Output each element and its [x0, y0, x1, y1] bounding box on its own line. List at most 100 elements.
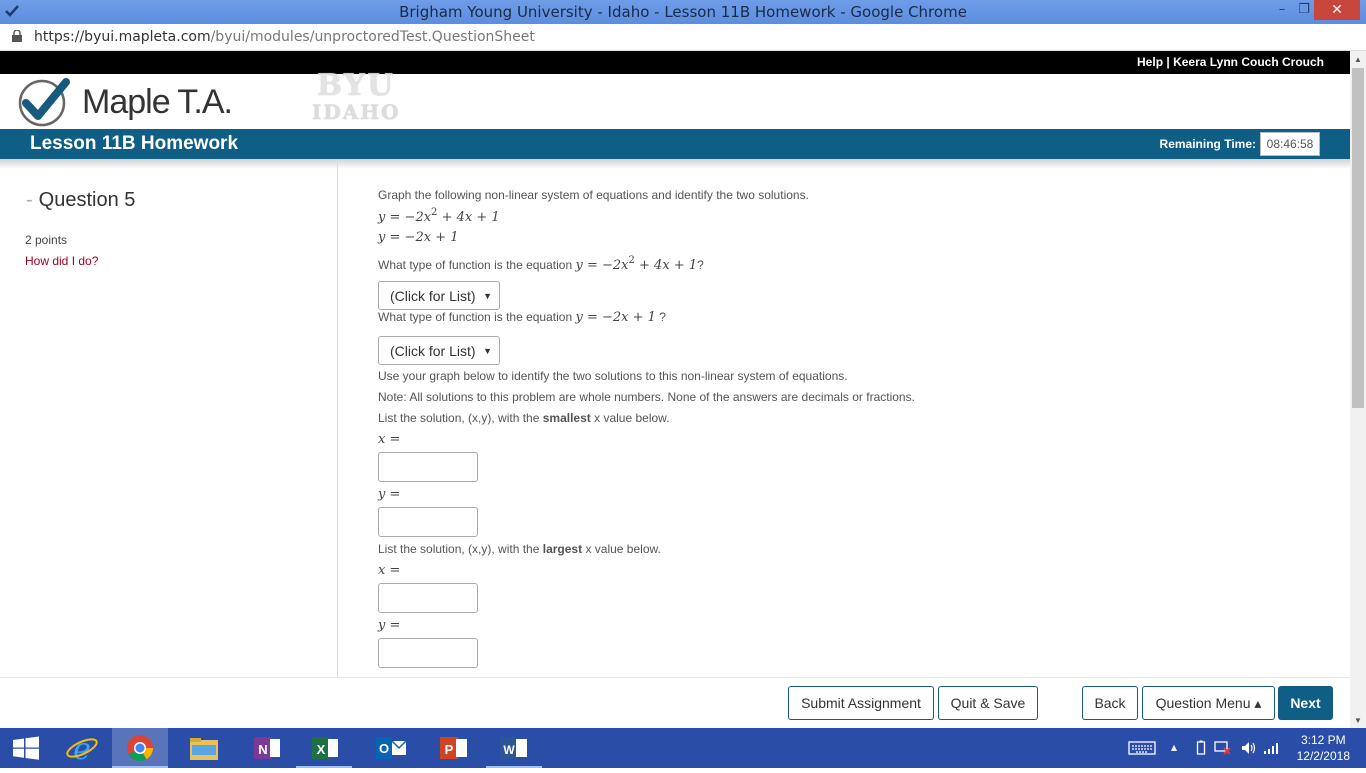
scrollbar-thumb[interactable] [1352, 68, 1364, 408]
remaining-time-label: Remaining Time: [1159, 137, 1256, 151]
eq2-equals: = [389, 230, 401, 245]
largest-solution-instruction: List the solution, (x,y), with the large… [378, 542, 661, 556]
byu-idaho-logo: BYU IDAHO [312, 68, 400, 124]
url-host: https://byui.mapleta.com [34, 29, 211, 45]
url-text[interactable]: https://byui.mapleta.com/byui/modules/un… [34, 29, 535, 45]
smallest-text-bold: smallest [542, 411, 591, 425]
function-type-select-1[interactable]: (Click for List) ▼ [378, 281, 500, 310]
q2-suffix: ? [659, 310, 666, 324]
question-number: Question 5 [38, 189, 136, 211]
how-did-i-do-link[interactable]: How did I do? [25, 254, 98, 268]
largest-x-input[interactable] [378, 583, 478, 613]
byu-logo-line1: BYU [316, 68, 396, 103]
user-name-link[interactable]: Keera Lynn Couch Crouch [1173, 55, 1324, 69]
vertical-scrollbar[interactable]: ▲ ▼ [1350, 51, 1366, 728]
smallest-solution-instruction: List the solution, (x,y), with the small… [378, 411, 670, 425]
quit-save-button[interactable]: Quit & Save [938, 686, 1038, 720]
collapse-dash-icon[interactable]: - [26, 189, 33, 211]
eq1-term-a: −2x [404, 210, 432, 225]
maple-check-logo-icon [18, 78, 70, 127]
x-label-2: x = [378, 563, 400, 578]
ie-icon: e [66, 732, 98, 767]
x2-equals: = [389, 563, 401, 578]
whole-number-note: Note: All solutions to this problem are … [378, 390, 915, 404]
function-type-question-1: What type of function is the equation y … [378, 255, 704, 273]
chevron-up-icon[interactable]: ▴ [1171, 740, 1177, 754]
function-type-question-2: What type of function is the equation y … [378, 310, 666, 325]
q1-prefix: What type of function is the equation [378, 258, 573, 272]
windows-logo-icon [13, 736, 39, 760]
eq1-exponent: 2 [431, 207, 438, 218]
svg-text:N: N [258, 742, 267, 757]
y2-equals: = [389, 618, 401, 633]
svg-text:O: O [379, 741, 389, 756]
q1-eq-term-b: + 4x + 1 [639, 258, 698, 273]
word-icon: W [500, 737, 527, 759]
function-type-select-2[interactable]: (Click for List) ▼ [378, 336, 500, 365]
q2-eq-lhs: y [575, 310, 583, 325]
restore-button[interactable]: ❐ [1294, 0, 1314, 20]
equation-1: y = −2x2 + 4x + 1 [378, 207, 500, 225]
internet-explorer-taskbar-icon[interactable]: e [54, 728, 110, 768]
battery-icon[interactable] [1196, 740, 1206, 759]
smallest-y-input[interactable] [378, 507, 478, 537]
question-points: 2 points [25, 233, 68, 247]
q2-eq-equals: = [586, 310, 598, 325]
signal-strength-icon[interactable] [1262, 740, 1280, 759]
footer-toolbar: Submit Assignment Quit & Save Back Quest… [0, 677, 1350, 728]
help-link[interactable]: Help [1137, 55, 1163, 69]
submit-assignment-button[interactable]: Submit Assignment [788, 686, 934, 720]
assignment-title: Lesson 11B Homework [30, 133, 239, 154]
powerpoint-taskbar-icon[interactable]: P [426, 728, 482, 768]
question-sidebar: - Question 5 2 points How did I do? [0, 163, 338, 728]
eq1-equals: = [389, 210, 401, 225]
lock-icon [12, 30, 22, 42]
address-bar[interactable]: https://byui.mapleta.com/byui/modules/un… [0, 24, 1366, 51]
question-menu-button[interactable]: Question Menu ▴ [1142, 686, 1275, 720]
equation-2: y = −2x + 1 [378, 230, 458, 245]
scroll-down-arrow-icon[interactable]: ▼ [1354, 716, 1362, 725]
largest-y-input[interactable] [378, 638, 478, 668]
separator: | [1166, 55, 1170, 69]
chrome-taskbar-icon[interactable] [112, 728, 168, 768]
powerpoint-icon: P [440, 737, 467, 759]
outlook-taskbar-icon[interactable]: O [362, 728, 418, 768]
system-clock[interactable]: 3:12 PM 12/2/2018 [1297, 732, 1350, 764]
start-button[interactable] [0, 728, 56, 768]
smallest-x-input[interactable] [378, 452, 478, 482]
window-title-bar: Brigham Young University - Idaho - Lesso… [0, 0, 1366, 24]
svg-text:P: P [445, 742, 454, 757]
scroll-up-arrow-icon[interactable]: ▲ [1354, 55, 1362, 64]
y1-equals: = [389, 487, 401, 502]
q2-eq-rhs: −2x + 1 [602, 310, 656, 325]
x1-equals: = [389, 432, 401, 447]
largest-text-a: List the solution, (x,y), with the [378, 542, 540, 556]
onenote-taskbar-icon[interactable]: N [238, 728, 294, 768]
back-button[interactable]: Back [1082, 686, 1138, 720]
assignment-header: Lesson 11B Homework Remaining Time: 08:4… [0, 129, 1350, 159]
volume-icon[interactable] [1240, 740, 1256, 759]
file-explorer-taskbar-icon[interactable] [176, 728, 232, 768]
select2-value: (Click for List) [390, 343, 476, 359]
onenote-icon: N [254, 737, 280, 759]
clock-date: 12/2/2018 [1296, 749, 1350, 763]
word-taskbar-icon[interactable]: W [486, 728, 542, 768]
select1-value: (Click for List) [390, 288, 476, 304]
next-button[interactable]: Next [1278, 686, 1333, 720]
q1-eq-exponent: 2 [628, 255, 635, 266]
y-label-2: y = [378, 618, 400, 633]
minimize-button[interactable]: – [1270, 0, 1294, 20]
window-title: Brigham Young University - Idaho - Lesso… [399, 3, 967, 21]
y-label-1: y = [378, 487, 400, 502]
svg-text:X: X [317, 742, 326, 757]
x1-var: x [378, 432, 386, 447]
url-path: /byui/modules/unproctoredTest.QuestionSh… [210, 29, 535, 45]
keyboard-icon[interactable] [1128, 740, 1156, 759]
y1-var: y [378, 487, 386, 502]
excel-taskbar-icon[interactable]: X [296, 728, 352, 768]
outlook-icon: O [376, 737, 407, 759]
network-disconnected-icon[interactable] [1214, 740, 1232, 759]
eq2-lhs: y [378, 230, 386, 245]
close-button[interactable]: ✕ [1314, 0, 1360, 20]
q1-eq-equals: = [586, 258, 598, 273]
